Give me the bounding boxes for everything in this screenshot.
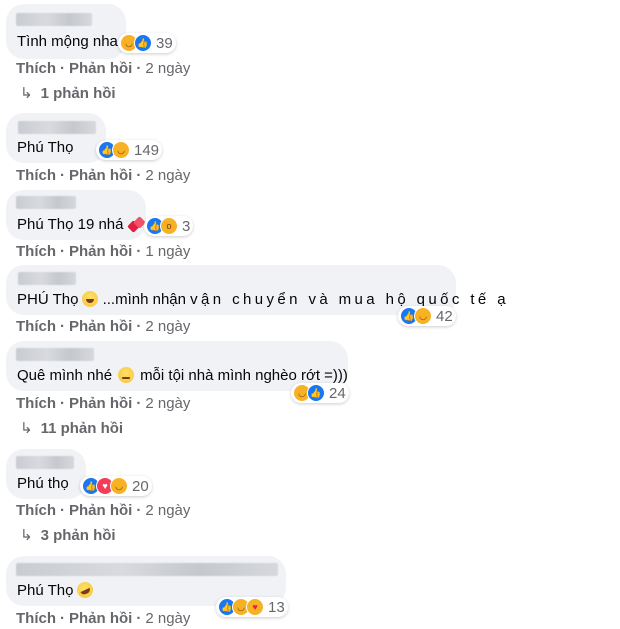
grinning-sweat-emoji — [82, 291, 99, 307]
care-reaction-icon: ♥ — [246, 598, 264, 616]
reaction-count: 39 — [156, 34, 173, 52]
blurred-author-name[interactable] — [16, 563, 278, 576]
reaction-count: 3 — [182, 217, 191, 235]
like-reaction-icon: 👍 — [307, 384, 325, 402]
reaction-count: 20 — [132, 477, 149, 495]
like-reaction-icon: 👍 — [134, 34, 152, 52]
comment-bubble: Tình mộng nha — [6, 4, 126, 59]
like-link[interactable]: Thích — [16, 167, 56, 184]
blurred-author-name[interactable] — [16, 196, 76, 209]
reaction-count: 42 — [436, 307, 453, 325]
view-replies-link[interactable]: ↳ 3 phản hồi — [20, 526, 116, 544]
rofl-emoji — [74, 579, 97, 601]
reply-link[interactable]: Phản hồi — [69, 60, 132, 77]
comment-actions: Thích · Phản hồi · 2 ngày — [16, 395, 191, 412]
comment-text: Tình mộng nha — [17, 33, 118, 50]
comment-text: Phú thọ — [17, 475, 69, 492]
two-hearts-emoji — [127, 216, 145, 232]
reply-link[interactable]: Phản hồi — [69, 610, 132, 627]
like-link[interactable]: Thích — [16, 395, 56, 412]
timestamp[interactable]: 2 ngày — [145, 610, 190, 627]
haha-reaction-icon: ◡ — [110, 477, 128, 495]
reply-arrow-icon: ↳ — [20, 85, 33, 102]
blurred-author-name[interactable] — [18, 121, 96, 134]
reply-arrow-icon: ↳ — [20, 420, 33, 437]
reaction-count: 13 — [268, 598, 285, 616]
comment-text: Phú Thọ — [17, 139, 74, 156]
comment-bubble: Phú Thọ — [6, 113, 106, 163]
timestamp[interactable]: 2 ngày — [145, 395, 190, 412]
reaction-count: 24 — [329, 384, 346, 402]
downcast-sweat-emoji — [118, 367, 135, 383]
reaction-count: 149 — [134, 141, 160, 159]
timestamp[interactable]: 2 ngày — [145, 167, 190, 184]
like-link[interactable]: Thích — [16, 610, 56, 627]
like-link[interactable]: Thích — [16, 318, 56, 335]
reply-link[interactable]: Phản hồi — [69, 502, 132, 519]
timestamp[interactable]: 2 ngày — [145, 60, 190, 77]
like-link[interactable]: Thích — [16, 243, 56, 260]
haha-reaction-icon: ◡ — [414, 307, 432, 325]
comment-actions: Thích · Phản hồi · 2 ngày — [16, 60, 191, 77]
reply-link[interactable]: Phản hồi — [69, 318, 132, 335]
timestamp[interactable]: 1 ngày — [145, 243, 190, 260]
blurred-author-name[interactable] — [16, 348, 94, 361]
timestamp[interactable]: 2 ngày — [145, 318, 190, 335]
comment-actions: Thích · Phản hồi · 2 ngày — [16, 318, 191, 335]
haha-reaction-icon: ◡ — [112, 141, 130, 159]
comment-actions: Thích · Phản hồi · 2 ngày — [16, 610, 191, 627]
reply-link[interactable]: Phản hồi — [69, 243, 132, 260]
like-link[interactable]: Thích — [16, 60, 56, 77]
blurred-author-name[interactable] — [18, 272, 76, 285]
comment-actions: Thích · Phản hồi · 1 ngày — [16, 243, 191, 260]
comment-text: Phú Thọ 19 nhá — [17, 216, 145, 234]
reaction-summary[interactable]: 👍 o 3 — [144, 216, 194, 236]
comment-actions: Thích · Phản hồi · 2 ngày — [16, 502, 191, 519]
view-replies-link[interactable]: ↳ 11 phản hồi — [20, 419, 123, 437]
blurred-author-name[interactable] — [16, 456, 74, 469]
comment-text: Phú Thọ — [17, 579, 97, 601]
wow-reaction-icon: o — [160, 217, 178, 235]
reply-link[interactable]: Phản hồi — [69, 167, 132, 184]
comment-bubble: Phú thọ — [6, 449, 86, 499]
comment-bubble: PHÚ Thọ ...mình nhận vận chuyển và mua h… — [6, 265, 506, 315]
reaction-summary[interactable]: ◡ 👍 24 — [291, 383, 349, 403]
reaction-summary[interactable]: 👍 ♥ ◡ 20 — [80, 476, 152, 496]
reaction-summary[interactable]: 👍 ◡ 149 — [96, 140, 163, 160]
reaction-summary[interactable]: ◡ 👍 39 — [118, 33, 176, 53]
reply-link[interactable]: Phản hồi — [69, 395, 132, 412]
timestamp[interactable]: 2 ngày — [145, 502, 190, 519]
reaction-summary[interactable]: 👍 ◡ ♥ 13 — [216, 597, 288, 617]
view-replies-link[interactable]: ↳ 1 phản hồi — [20, 84, 116, 102]
blurred-author-name[interactable] — [16, 13, 92, 26]
comment-actions: Thích · Phản hồi · 2 ngày — [16, 167, 191, 184]
reply-arrow-icon: ↳ — [20, 527, 33, 544]
like-link[interactable]: Thích — [16, 502, 56, 519]
reaction-summary[interactable]: 👍 ◡ 42 — [398, 306, 456, 326]
comment-bubble: Phú Thọ 19 nhá — [6, 190, 146, 240]
